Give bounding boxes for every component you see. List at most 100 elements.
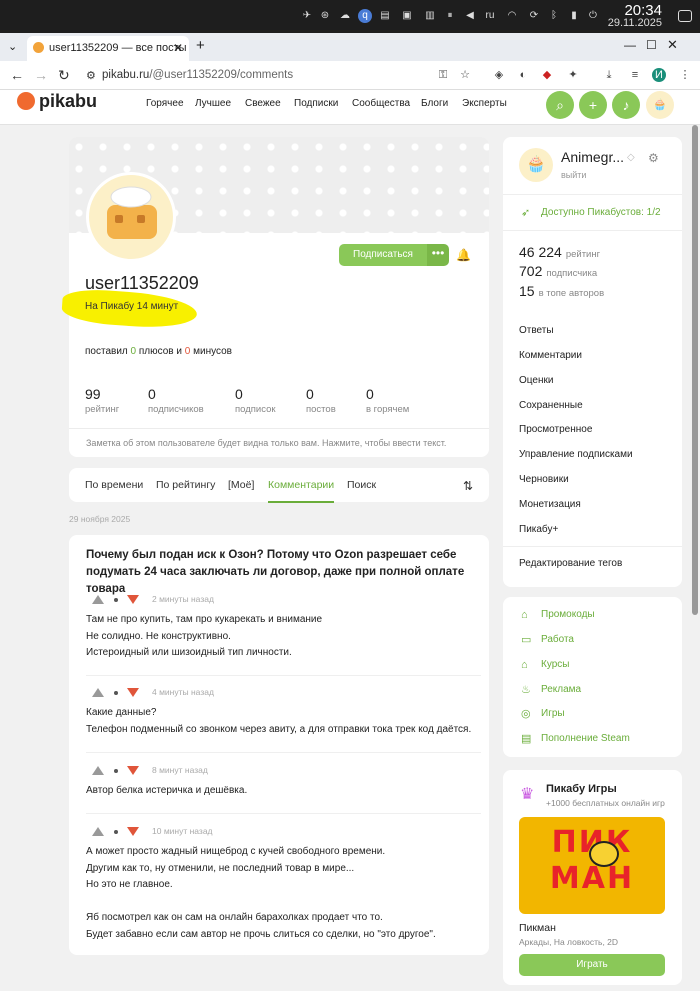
notifications-icon[interactable]: ♪ [612,91,640,119]
link-ads[interactable]: Реклама [541,684,581,695]
show-desktop-icon[interactable] [678,10,692,22]
new-tab-icon[interactable]: + [196,37,205,54]
telegram-icon[interactable]: ✈ [300,9,314,23]
stat-subscriptions[interactable]: 0 подписок [235,386,276,415]
wifi-icon[interactable]: ◠ [505,9,519,23]
download-icon[interactable]: ⤓ [602,68,616,82]
power-icon[interactable]: ⏻ [586,9,600,23]
page-scrollbar[interactable] [692,125,698,615]
notes-icon[interactable]: ▤ [378,9,392,23]
extension-shield-icon[interactable]: ◈ [492,68,506,82]
browser-menu-icon[interactable]: ⋮ [678,68,692,82]
back-icon[interactable]: ← [10,67,24,83]
stat-posts[interactable]: 0 постов [306,386,336,415]
site-info-icon[interactable]: ⚙ [86,69,96,82]
downvote-icon[interactable] [127,595,139,604]
sidebar-link-manage-subscriptions[interactable]: Управление подписками [519,449,633,460]
add-post-icon[interactable]: + [579,91,607,119]
menu-experts[interactable]: Эксперты [462,98,507,109]
bookmark-star-icon[interactable]: ☆ [458,68,472,82]
close-window-icon[interactable]: ✕ [667,37,678,53]
vpn-icon[interactable]: ⊛ [318,9,332,23]
game-preview-image[interactable]: ПИК МАН [519,817,665,914]
browser-tab-active[interactable]: user11352209 — все посты ✕ [27,36,189,61]
pause-icon[interactable]: ⏸ [443,9,457,23]
extensions-puzzle-icon[interactable]: ✦ [566,68,580,82]
menu-communities[interactable]: Сообщества [352,98,410,109]
downvote-icon[interactable] [127,766,139,775]
comment-time[interactable]: 10 минут назад [152,826,213,836]
comment-time[interactable]: 8 минут назад [152,765,208,775]
pikaboost-link[interactable]: Доступно Пикабустов: 1/2 [541,207,661,218]
qbittorrent-icon[interactable]: q [358,9,372,23]
sidebar-subscribers[interactable]: 702 подписчика [519,263,597,279]
sidebar-link-monetization[interactable]: Монетизация [519,499,581,510]
menu-hot[interactable]: Горячее [146,98,184,109]
play-button[interactable]: Играть [519,954,665,976]
user-avatar[interactable]: 🧁 [646,91,674,119]
search-icon[interactable]: ⌕ [546,91,574,119]
more-options-button[interactable]: ••• [427,244,449,266]
sidebar-link-ratings[interactable]: Оценки [519,375,553,386]
link-jobs[interactable]: Работа [541,634,574,645]
reload-icon[interactable]: ↻ [58,67,70,84]
tab-comments[interactable]: Комментарии [268,479,335,503]
menu-best[interactable]: Лучшее [195,98,231,109]
cloud-icon[interactable]: ☁ [338,9,352,23]
comment-time[interactable]: 2 минуты назад [152,594,214,604]
sidebar-username[interactable]: Animegr... [561,149,624,165]
tab-mine[interactable]: [Моё] [228,479,254,491]
tab-by-rating[interactable]: По рейтингу [156,479,215,491]
tab-search[interactable]: Поиск [347,479,376,491]
upvote-icon[interactable] [92,766,104,775]
user-note-field[interactable]: Заметка об этом пользователе будет видна… [86,438,446,448]
stat-subscribers[interactable]: 0 подписчиков [148,386,204,415]
settings-gear-icon[interactable]: ⚙ [648,151,659,165]
downvote-icon[interactable] [127,688,139,697]
minimize-icon[interactable]: — [624,38,636,52]
sidebar-link-viewed[interactable]: Просмотренное [519,424,592,435]
forward-icon[interactable]: → [34,67,48,83]
link-steam-topup[interactable]: Пополнение Steam [541,733,630,744]
extension-red-icon[interactable]: ◆ [540,68,554,82]
subscribe-button[interactable]: Подписаться [339,244,427,266]
sidebar-link-pikabu-plus[interactable]: Пикабу+ [519,524,558,535]
link-courses[interactable]: Курсы [541,659,569,670]
tab-list-chevron-icon[interactable]: ⌄ [8,40,17,53]
tab-by-time[interactable]: По времени [85,479,143,491]
upvote-icon[interactable] [92,595,104,604]
sidebar-link-replies[interactable]: Ответы [519,325,554,336]
sync-icon[interactable]: ⟳ [527,9,541,23]
battery-icon[interactable]: ▮ [567,9,581,23]
profile-avatar[interactable]: И [652,68,666,82]
menu-fresh[interactable]: Свежее [245,98,281,109]
sidebar-link-edit-tags[interactable]: Редактирование тегов [519,558,622,569]
close-tab-icon[interactable]: ✕ [173,41,183,55]
logout-link[interactable]: выйти [561,170,586,180]
sidebar-avatar[interactable]: 🧁 [519,148,553,182]
bluetooth-icon[interactable]: ᛒ [547,9,561,23]
sidebar-link-drafts[interactable]: Черновики [519,474,569,485]
sidebar-link-comments[interactable]: Комментарии [519,350,582,361]
menu-blogs[interactable]: Блоги [421,98,448,109]
clipboard-icon[interactable]: ▥ [423,9,437,23]
upvote-icon[interactable] [92,688,104,697]
games-title[interactable]: Пикабу Игры [546,783,617,795]
sidebar-link-saved[interactable]: Сохраненные [519,400,583,411]
post-title-link[interactable]: Почему был подан иск к Озон? Потому что … [86,547,481,598]
sort-icon[interactable]: ⇅ [463,479,473,493]
menu-subscriptions[interactable]: Подписки [294,98,338,109]
upvote-icon[interactable] [92,827,104,836]
bell-icon[interactable]: 🔔 [456,248,471,262]
link-promocodes[interactable]: Промокоды [541,609,595,620]
comment-time[interactable]: 4 минуты назад [152,687,214,697]
address-field[interactable]: pikabu.ru/@user11352209/comments [102,69,293,81]
link-games[interactable]: Игры [541,708,565,719]
extension-translate-icon[interactable]: ◐ [516,68,530,82]
password-key-icon[interactable]: ⚿ [436,68,450,82]
stat-hot[interactable]: 0 в горячем [366,386,409,415]
playlist-icon[interactable]: ≡ [628,68,642,82]
sidebar-top-authors[interactable]: 15 в топе авторов [519,283,604,299]
terminal-icon[interactable]: ▣ [400,9,414,23]
maximize-icon[interactable]: ☐ [646,38,657,52]
